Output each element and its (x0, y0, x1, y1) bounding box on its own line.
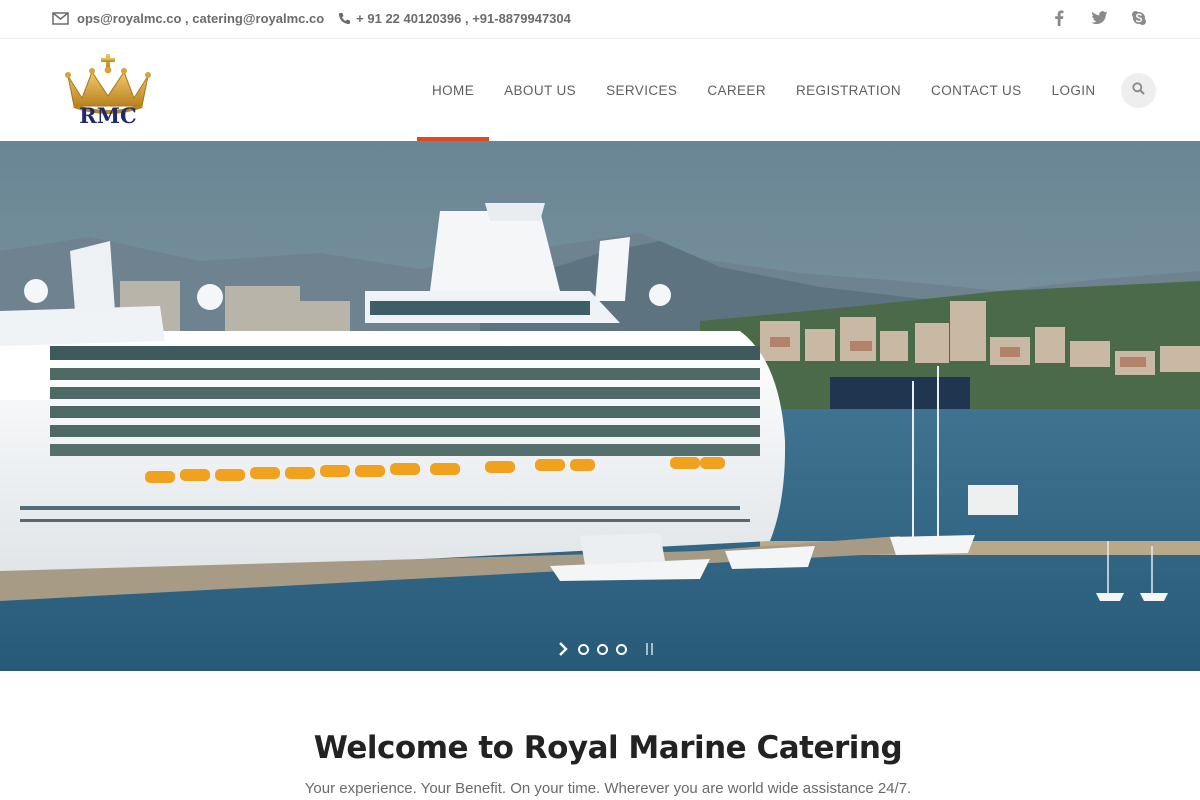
skype-icon[interactable] (1130, 9, 1148, 27)
pause-icon[interactable] (643, 643, 655, 655)
nav-services[interactable]: SERVICES (591, 40, 692, 141)
nav-home[interactable]: HOME (417, 40, 490, 141)
welcome-title: Welcome to Royal Marine Catering (313, 730, 903, 766)
hero-image-cruise-ship (0, 141, 1200, 671)
contact-info: ops@royalmc.co , catering@royalmc.co + 9… (52, 11, 571, 26)
contact-phones[interactable]: + 91 22 40120396 , +91-8879947304 (356, 11, 571, 26)
logo-text: RMC (79, 103, 136, 128)
nav-about-us[interactable]: ABOUT US (489, 40, 591, 141)
nav-contact-us[interactable]: CONTACT US (916, 40, 1037, 141)
rmc-logo[interactable]: RMC (62, 52, 154, 132)
slide-dot-2[interactable] (597, 643, 608, 655)
nav-registration[interactable]: REGISTRATION (781, 40, 916, 141)
search-button[interactable] (1121, 73, 1156, 108)
nav-login[interactable]: LOGIN (1037, 40, 1111, 141)
site-header: RMC HOME ABOUT US SERVICES CAREER REGIST… (0, 40, 1200, 141)
hero-slider (0, 141, 1200, 671)
facebook-icon[interactable] (1050, 9, 1068, 27)
top-bar: ops@royalmc.co , catering@royalmc.co + 9… (0, 0, 1200, 39)
contact-emails[interactable]: ops@royalmc.co , catering@royalmc.co (77, 11, 324, 26)
phone-icon (338, 12, 351, 25)
slider-controls (556, 642, 655, 656)
envelope-icon (52, 12, 69, 25)
main-nav: HOME ABOUT US SERVICES CAREER REGISTRATI… (417, 40, 1111, 141)
welcome-section: Welcome to Royal Marine Catering Your ex… (0, 672, 1200, 800)
nav-career[interactable]: CAREER (692, 40, 781, 141)
side-panel-tab[interactable] (0, 350, 50, 400)
search-icon (1132, 81, 1145, 100)
social-links (1050, 9, 1148, 27)
twitter-icon[interactable] (1090, 9, 1108, 27)
slide-dot-1[interactable] (578, 643, 589, 655)
next-slide-arrow-icon[interactable] (556, 642, 570, 656)
welcome-subtitle: Your experience. Your Benefit. On your t… (304, 780, 912, 797)
slide-dot-3[interactable] (616, 643, 627, 655)
